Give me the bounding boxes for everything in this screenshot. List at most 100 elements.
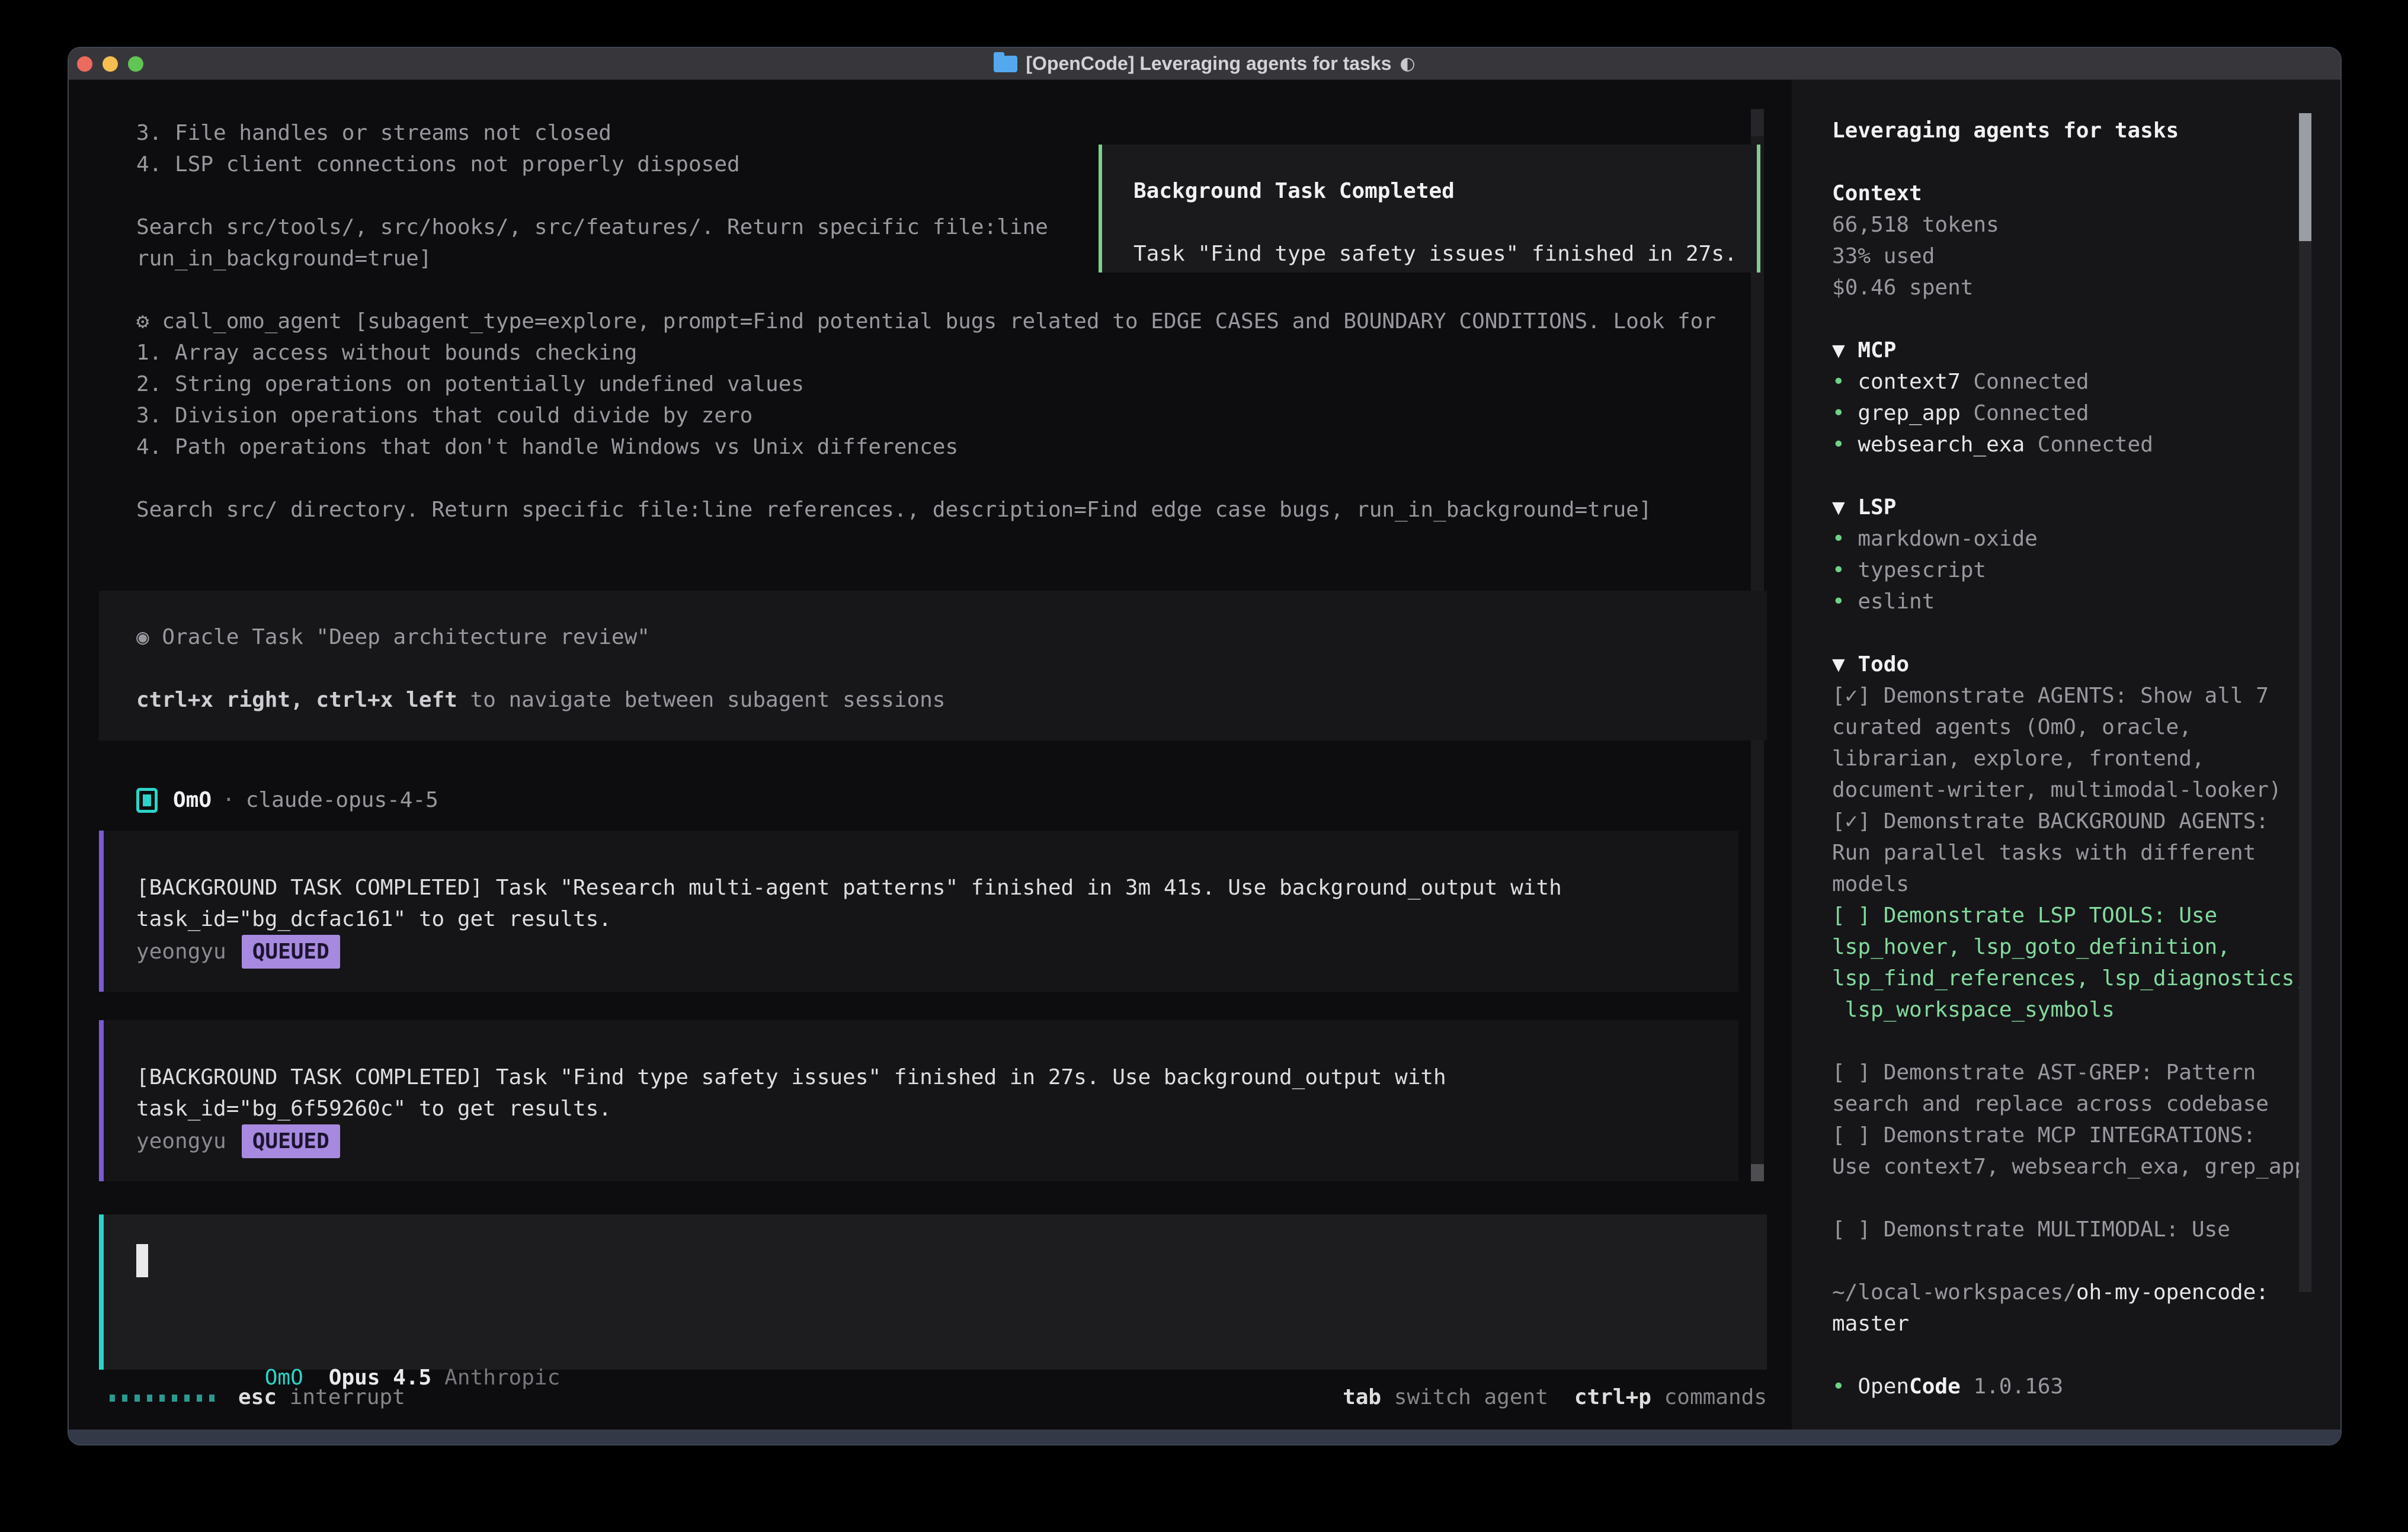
tab-label: switch agent [1381, 1385, 1548, 1409]
context-used: 33% used [1832, 241, 2307, 272]
close-button[interactable] [77, 56, 92, 72]
sidebar-content: Leveraging agents for tasks Context66,51… [1832, 115, 2307, 1402]
zoom-button[interactable] [128, 56, 143, 72]
task-message-line1: [BACKGROUND TASK COMPLETED] Task "Find t… [136, 1062, 1738, 1093]
oracle-task-heading: ◉ Oracle Task "Deep architecture review" [136, 621, 1767, 653]
todo-item-pending: Use context7, websearch_exa, grep_app [1832, 1151, 2307, 1182]
message-line: 4. Path operations that don't handle Win… [136, 431, 1716, 463]
todo-item-active: lsp_hover, lsp_goto_definition, [1832, 931, 2307, 963]
mcp-item-websearch-exa: • websearch_exa Connected [1832, 429, 2307, 460]
folder-icon [994, 56, 1017, 72]
blank-line [1832, 1025, 2307, 1057]
task-user: yeongyu [136, 1129, 226, 1153]
blank-line [1832, 617, 2307, 649]
todo-item-active: [ ] Demonstrate LSP TOOLS: Use [1832, 900, 2307, 931]
workspace-branch: master [1832, 1308, 2307, 1339]
oracle-hint-text: to navigate between subagent sessions [457, 688, 946, 712]
input-model-info: OmOOpus 4.5Anthropic [136, 1331, 560, 1362]
context-spent: $0.46 spent [1832, 272, 2307, 303]
window-title: [OpenCode] Leveraging agents for tasks ◐ [994, 53, 1415, 75]
spinner-dot [122, 1395, 127, 1402]
spinner-dot [209, 1395, 214, 1402]
message-line: 1. Array access without bounds checking [136, 337, 1716, 368]
window-title-text: [OpenCode] Leveraging agents for tasks [1026, 53, 1391, 75]
message-line: Search src/ directory. Return specific f… [136, 494, 1716, 525]
main-scrollbar-segment[interactable] [1751, 109, 1764, 136]
spinner-dot [135, 1395, 140, 1402]
lsp-item-markdown-oxide: • markdown-oxide [1832, 523, 2307, 555]
todo-item-active: lsp_find_references, lsp_diagnostics, [1832, 963, 2307, 994]
shortcut-hints: tab switch agent ctrl+p commands [1343, 1382, 1767, 1413]
spinner-dot [197, 1395, 202, 1402]
blank-line [1832, 146, 2307, 178]
notification-body: Task "Find type safety issues" finished … [1133, 238, 1757, 270]
todo-header: ▼ Todo [1832, 649, 2307, 680]
sidebar-scrollbar-track[interactable] [2299, 113, 2311, 1292]
sidebar-session-title: Leveraging agents for tasks [1832, 115, 2307, 146]
tab-key: tab [1343, 1385, 1381, 1409]
blank-line [1832, 303, 2307, 335]
task-message-footer: yeongyuQUEUED [136, 935, 1738, 966]
ctrlp-label: commands [1651, 1385, 1767, 1409]
lsp-item-eslint: • eslint [1832, 586, 2307, 617]
todo-item-done: [✓] Demonstrate BACKGROUND AGENTS: [1832, 806, 2307, 837]
task-message-line2: task_id="bg_6f59260c" to get results. [136, 1093, 1738, 1124]
oracle-navigation-hint: ctrl+x right, ctrl+x left to navigate be… [136, 684, 1767, 716]
window-titlebar[interactable]: [OpenCode] Leveraging agents for tasks ◐ [69, 48, 2340, 80]
message-line: 2. String operations on potentially unde… [136, 368, 1716, 400]
oracle-task-panel: ◉ Oracle Task "Deep architecture review"… [99, 591, 1767, 741]
lsp-header: ▼ LSP [1832, 492, 2307, 523]
workspace-path: ~/local-workspaces/oh-my-opencode: [1832, 1277, 2307, 1308]
queued-badge: QUEUED [242, 935, 340, 969]
task-message-line2: task_id="bg_dcfac161" to get results. [136, 903, 1738, 935]
todo-item-pending: [ ] Demonstrate MCP INTEGRATIONS: [1832, 1120, 2307, 1151]
todo-item-active: lsp_workspace_symbols [1832, 994, 2307, 1025]
oracle-hint-keys: ctrl+x right, ctrl+x left [136, 688, 457, 712]
main-scrollbar-thumb[interactable] [1751, 1164, 1764, 1181]
blank-line [1832, 1245, 2307, 1277]
mcp-header: ▼ MCP [1832, 335, 2307, 366]
agent-model: claude-opus-4-5 [246, 788, 438, 812]
prompt-input[interactable]: OmOOpus 4.5Anthropic [99, 1214, 1767, 1370]
sidebar-scrollbar-thumb[interactable] [2299, 113, 2311, 241]
agent-header-row: OmO · claude-opus-4-5 [136, 784, 438, 816]
traffic-lights [77, 56, 143, 72]
ctrlp-key: ctrl+p [1574, 1385, 1651, 1409]
spinner-dot [147, 1395, 152, 1402]
message-line: 3. Division operations that could divide… [136, 400, 1716, 431]
spinner-dot [184, 1395, 190, 1402]
blank-line [136, 463, 1716, 494]
text-cursor [136, 1244, 148, 1277]
spinner-dot [159, 1395, 165, 1402]
todo-item-done: librarian, explore, frontend, [1832, 743, 2307, 774]
queued-badge: QUEUED [242, 1124, 340, 1158]
todo-item-pending: search and replace across codebase [1832, 1088, 2307, 1120]
spinner-dot [172, 1395, 177, 1402]
status-bar: esc interrupt tab switch agent ctrl+p com… [69, 1382, 1792, 1413]
interrupt-hint: esc interrupt [238, 1382, 405, 1413]
mcp-item-context7: • context7 Connected [1832, 366, 2307, 398]
todo-item-done: Run parallel tasks with different [1832, 837, 2307, 868]
terminal-window: [OpenCode] Leveraging agents for tasks ◐… [68, 47, 2342, 1446]
task-message-footer: yeongyu QUEUED [136, 1124, 1738, 1156]
half-circle-icon: ◐ [1400, 53, 1415, 74]
notification-title: Background Task Completed [1133, 175, 1757, 207]
esc-label: interrupt [277, 1385, 405, 1409]
agent-checkbox-icon [136, 788, 158, 813]
esc-key: esc [238, 1385, 277, 1409]
background-task-message: [BACKGROUND TASK COMPLETED] Task "Find t… [99, 1020, 1738, 1181]
background-task-message: [BACKGROUND TASK COMPLETED] Task "Resear… [99, 831, 1738, 992]
todo-item-done: document-writer, multimodal-looker) [1832, 774, 2307, 806]
mcp-item-grep-app: • grep_app Connected [1832, 398, 2307, 429]
background-task-notification: Background Task Completed Task "Find typ… [1099, 145, 1760, 273]
todo-item-pending: [ ] Demonstrate AST-GREP: Pattern [1832, 1057, 2307, 1088]
lsp-item-typescript: • typescript [1832, 555, 2307, 586]
agent-separator: · [222, 788, 235, 812]
todo-item-pending: [ ] Demonstrate MULTIMODAL: Use [1832, 1214, 2307, 1245]
todo-item-done: curated agents (OmO, oracle, [1832, 711, 2307, 743]
busy-spinner [110, 1395, 214, 1402]
opencode-version: • OpenCode 1.0.163 [1832, 1371, 2307, 1402]
minimize-button[interactable] [103, 56, 118, 72]
context-tokens: 66,518 tokens [1832, 209, 2307, 241]
agent-name: OmO [173, 788, 212, 812]
